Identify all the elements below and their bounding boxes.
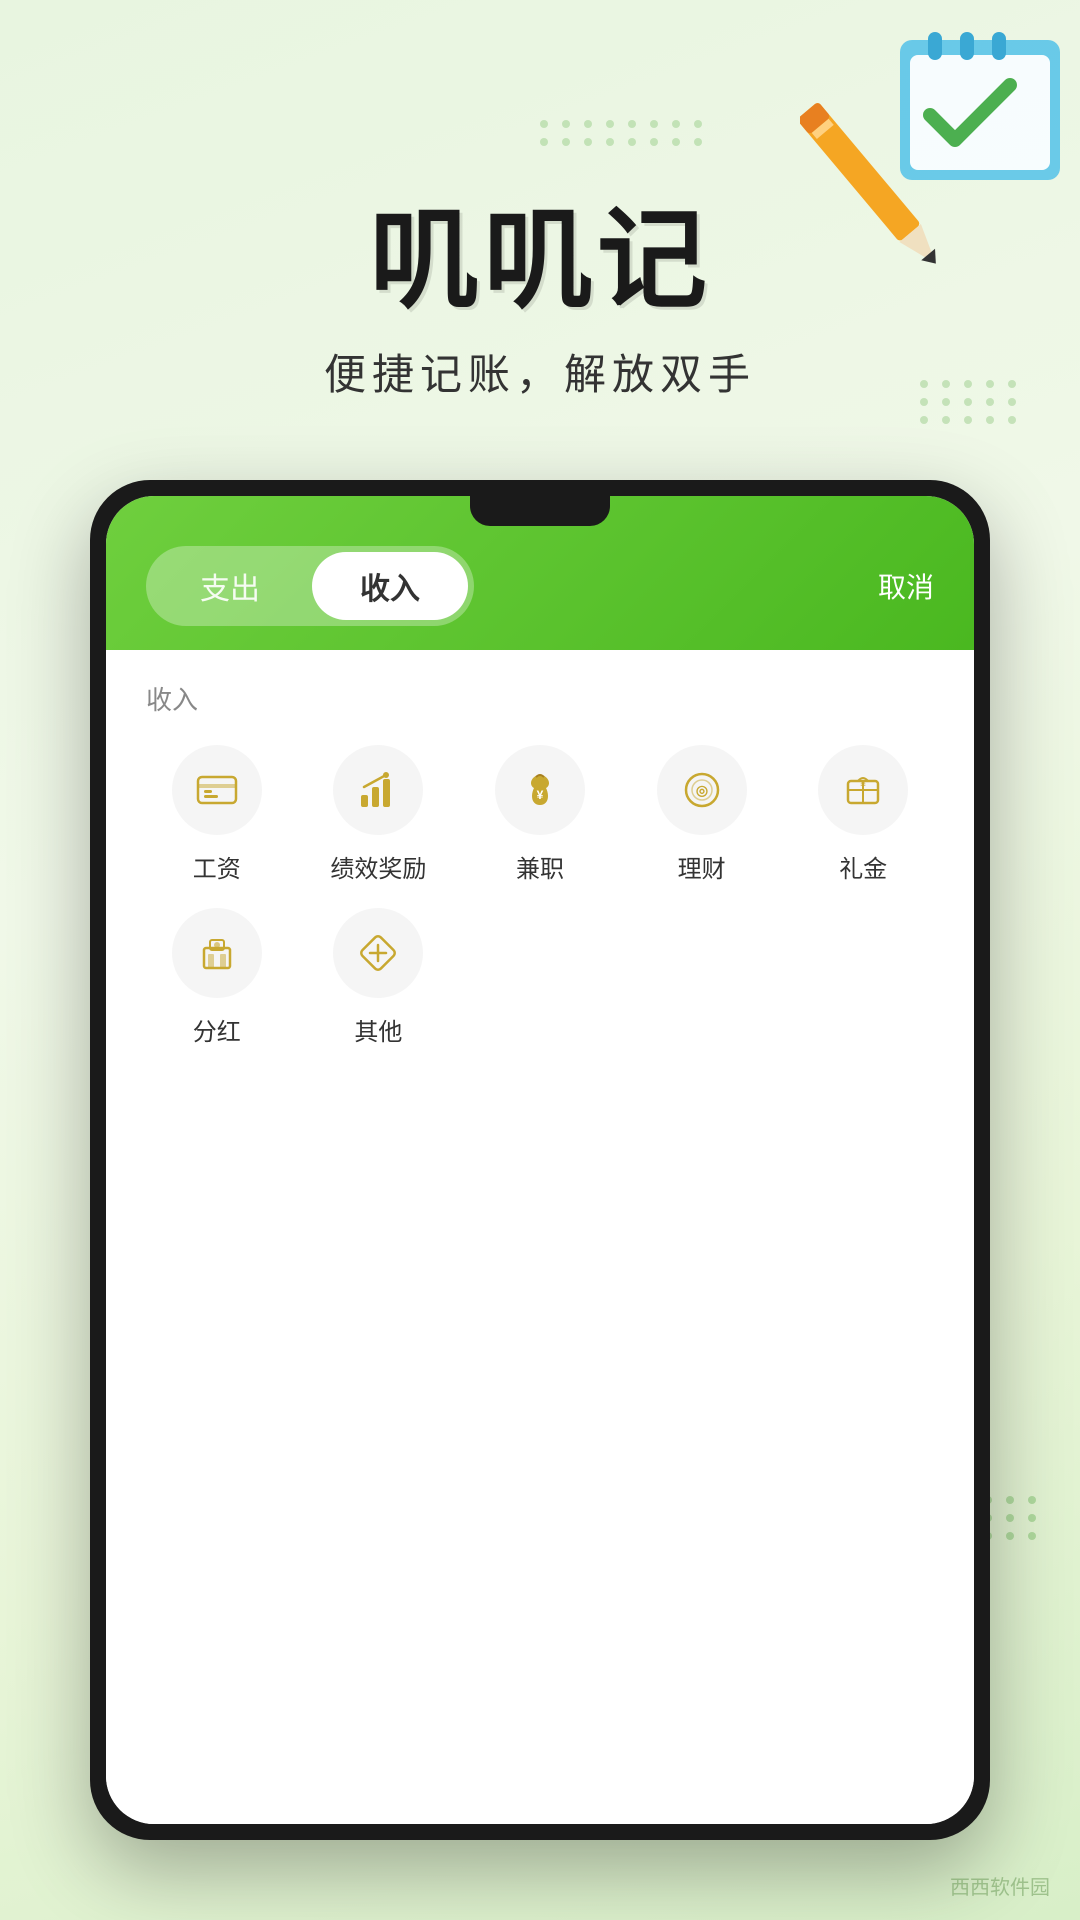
performance-label: 绩效奖励: [330, 849, 426, 884]
category-investment[interactable]: ◎ 理财: [631, 745, 773, 884]
category-other[interactable]: 其他: [308, 908, 450, 1047]
category-grid-row1: 工资 绩效奖励: [146, 745, 934, 884]
other-icon-bg: [333, 908, 423, 998]
salary-icon-bg: [172, 745, 262, 835]
investment-label: 理财: [678, 849, 726, 884]
investment-icon-bg: ◎: [657, 745, 747, 835]
category-gift[interactable]: ¥ 礼金: [792, 745, 934, 884]
app-title-area: 叽叽记 便捷记账，解放双手: [0, 200, 1080, 402]
other-label: 其他: [354, 1012, 402, 1047]
app-subtitle: 便捷记账，解放双手: [0, 341, 1080, 402]
watermark: 西西软件园: [950, 1871, 1050, 1900]
performance-icon-bg: [333, 745, 423, 835]
phone-notch: [470, 496, 610, 526]
category-performance[interactable]: 绩效奖励: [308, 745, 450, 884]
category-grid-row2: 分红 其他: [146, 908, 934, 1047]
gift-label: 礼金: [839, 849, 887, 884]
screen-content: 收入 工资: [106, 650, 974, 1824]
svg-text:¥: ¥: [537, 788, 544, 802]
dividend-label: 分红: [193, 1012, 241, 1047]
category-dividend[interactable]: 分红: [146, 908, 288, 1047]
category-parttime[interactable]: ¥ 兼职: [469, 745, 611, 884]
tab-container: 支出 收入: [146, 546, 474, 626]
category-salary[interactable]: 工资: [146, 745, 288, 884]
tab-expense[interactable]: 支出: [152, 552, 308, 620]
parttime-label: 兼职: [516, 849, 564, 884]
gift-icon-bg: ¥: [818, 745, 908, 835]
svg-text:◎: ◎: [695, 782, 707, 798]
phone-mockup: 支出 收入 取消 收入: [90, 480, 990, 1840]
svg-text:¥: ¥: [860, 779, 866, 790]
app-title: 叽叽记: [0, 200, 1080, 321]
section-label: 收入: [146, 680, 934, 717]
salary-label: 工资: [193, 849, 241, 884]
parttime-icon-bg: ¥: [495, 745, 585, 835]
cancel-button[interactable]: 取消: [878, 566, 934, 606]
dividend-icon-bg: [172, 908, 262, 998]
tab-income[interactable]: 收入: [312, 552, 468, 620]
phone-screen: 支出 收入 取消 收入: [106, 496, 974, 1824]
decorative-dots-top: [540, 120, 706, 146]
